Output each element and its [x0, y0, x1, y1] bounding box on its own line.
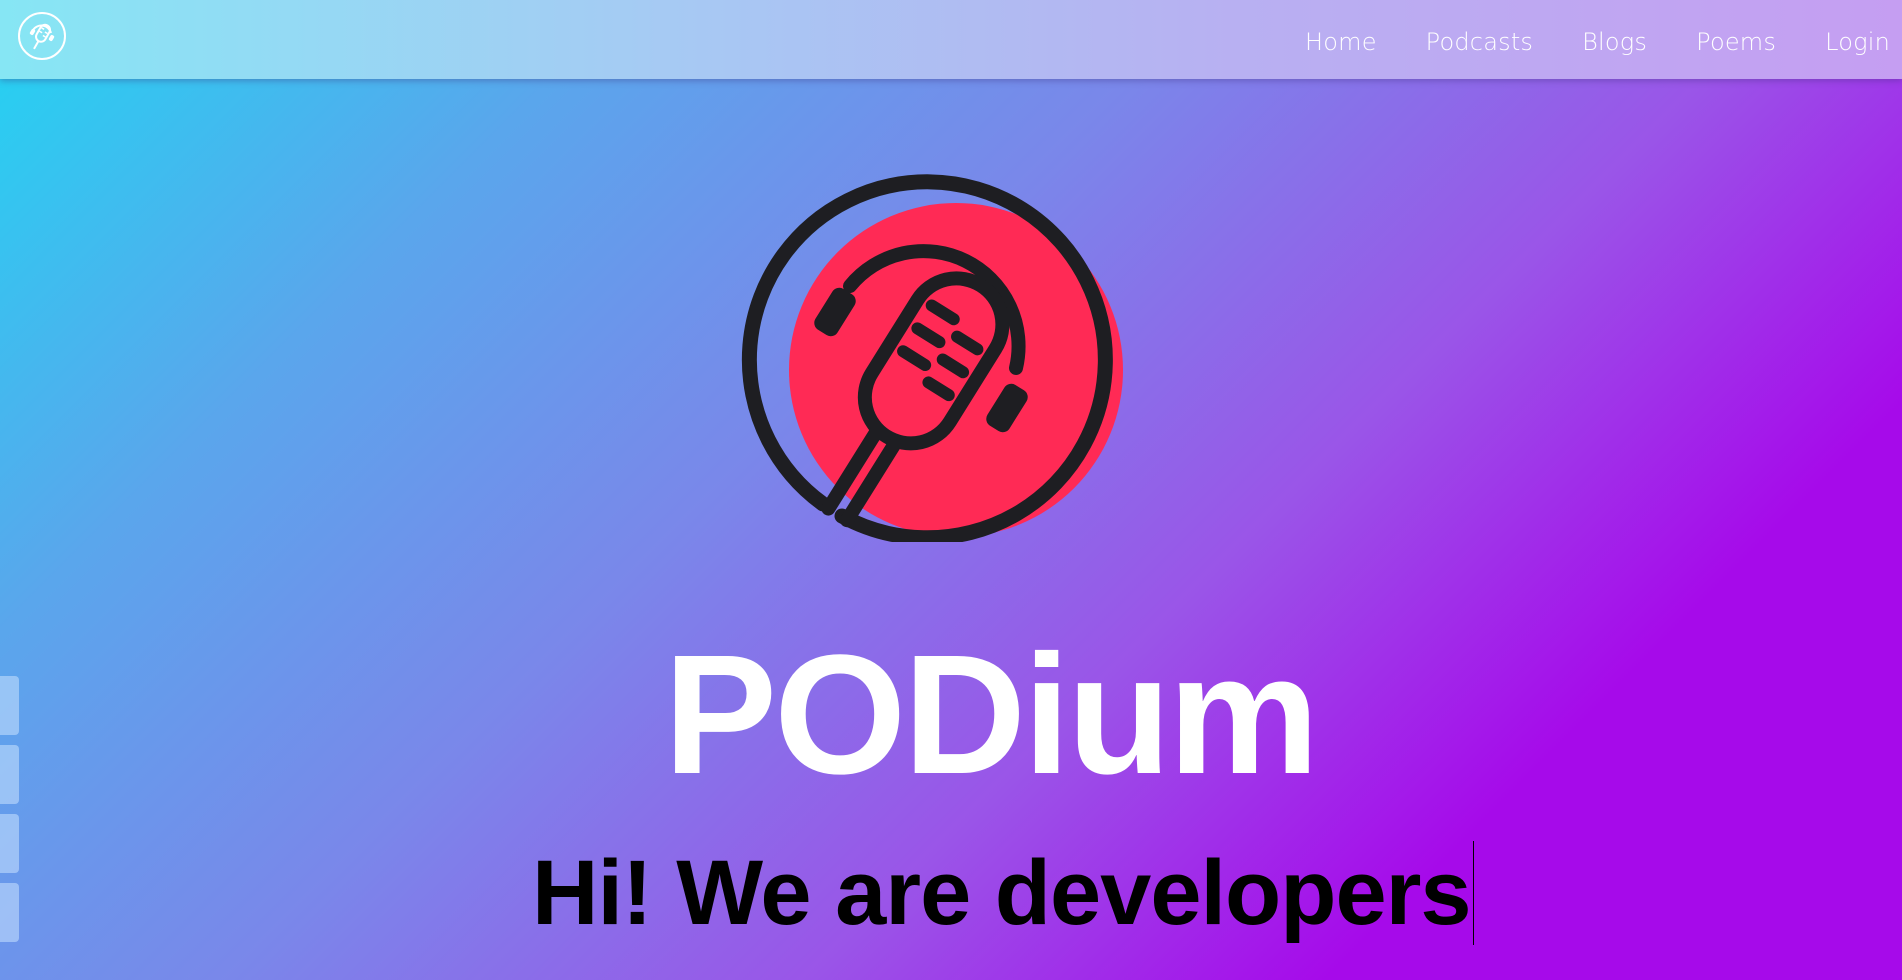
side-tab-1[interactable]: [0, 676, 19, 735]
side-tabs: [0, 676, 19, 942]
podium-logo-icon[interactable]: [17, 11, 67, 61]
side-tab-2[interactable]: [0, 745, 19, 804]
nav-home-link[interactable]: Home: [1305, 24, 1377, 56]
typing-cursor: [1472, 840, 1474, 945]
hero-tagline-text: Hi! We are developers: [532, 842, 1472, 944]
side-tab-3[interactable]: [0, 814, 19, 873]
hero-tagline: Hi! We are developers: [532, 838, 1474, 948]
nav-podcasts-link[interactable]: Podcasts: [1426, 24, 1533, 56]
side-tab-4[interactable]: [0, 883, 19, 942]
nav-login-link[interactable]: Login: [1825, 24, 1890, 56]
podium-hero-logo-icon: [741, 174, 1123, 542]
landing-page: Home Podcasts Blogs Poems Login PODium H…: [0, 0, 1902, 980]
hero-title: PODium: [663, 620, 1320, 810]
nav-links: Home Podcasts Blogs Poems Login: [1305, 0, 1890, 79]
nav-blogs-link[interactable]: Blogs: [1582, 24, 1647, 56]
nav-poems-link[interactable]: Poems: [1696, 24, 1776, 56]
top-navbar: Home Podcasts Blogs Poems Login: [0, 0, 1902, 79]
